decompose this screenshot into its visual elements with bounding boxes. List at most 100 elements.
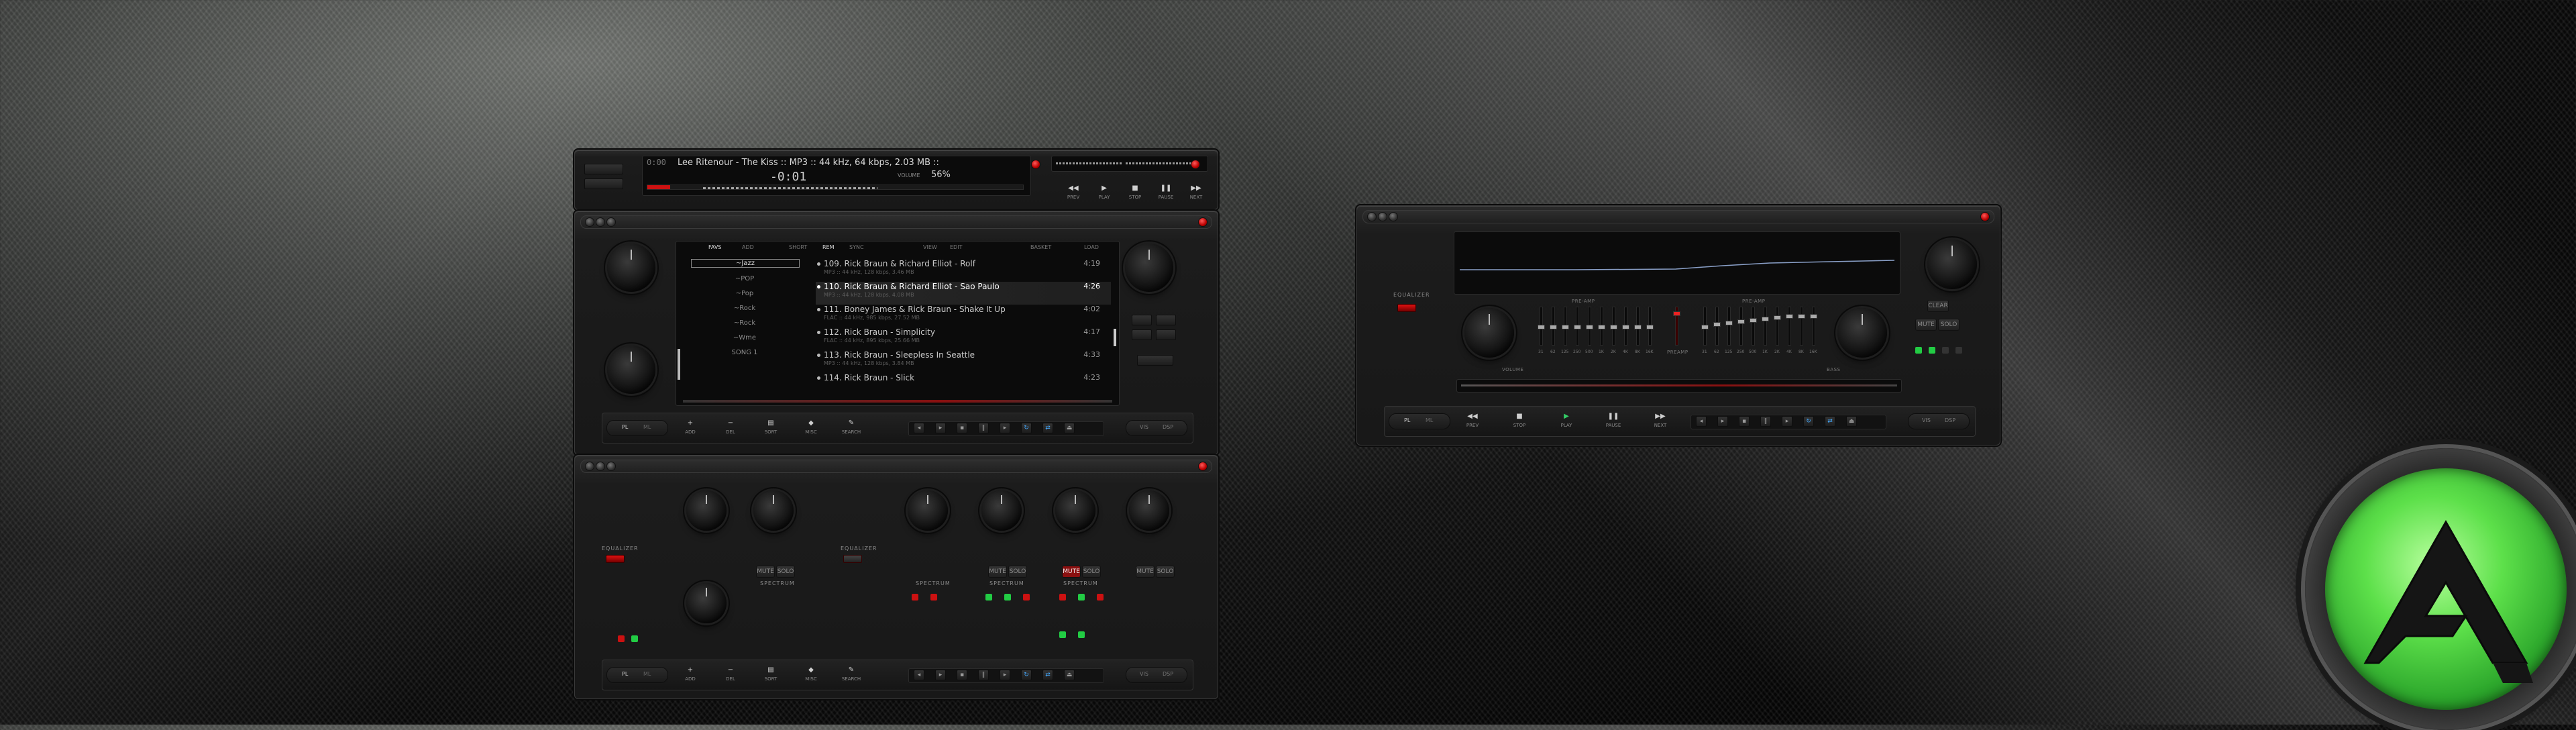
next-icon[interactable]: ▸ [1000, 423, 1010, 433]
stop-button[interactable]: ■ STOP [1504, 411, 1535, 431]
player-option-button[interactable] [584, 178, 623, 189]
play-button[interactable]: ▶ PLAY [1089, 182, 1120, 203]
minimize-icon[interactable] [596, 217, 605, 227]
add-button[interactable]: + ADD [675, 417, 706, 437]
tab-rem[interactable]: REM [822, 244, 835, 250]
vis-dsp-switch[interactable]: VIS DSP [1126, 420, 1187, 436]
menu-icon[interactable] [585, 217, 594, 227]
group-item[interactable]: SONG 1 [691, 349, 798, 356]
clear-button[interactable]: CLEAR [1927, 300, 1949, 312]
eq-band-slider[interactable] [1634, 307, 1642, 346]
side-button[interactable] [1137, 355, 1173, 366]
play-button[interactable]: ▶ PLAY [1551, 411, 1582, 431]
pause-icon[interactable]: ‖ [1760, 416, 1771, 427]
search-button[interactable]: ✎ SEARCH [836, 417, 867, 437]
solo-button[interactable]: SOLO [1938, 319, 1960, 331]
group-item[interactable]: ~Pop [691, 290, 798, 297]
group-item[interactable]: ~Rock [691, 319, 798, 327]
dsp-knob[interactable] [908, 490, 948, 531]
stop-icon[interactable]: ▪ [957, 670, 967, 680]
stop-icon[interactable]: ▪ [957, 423, 967, 433]
tab-short[interactable]: SHORT [789, 244, 807, 250]
del-button[interactable]: − DEL [715, 417, 746, 437]
eq-band-slider[interactable] [1598, 307, 1605, 346]
bass-knob[interactable] [1837, 308, 1887, 358]
pause-icon[interactable]: ‖ [978, 670, 989, 680]
next-icon[interactable]: ▸ [1000, 670, 1010, 680]
left-knob-top[interactable] [607, 244, 655, 292]
group-item[interactable]: ~Rock [691, 305, 798, 312]
del-button[interactable]: − DEL [715, 664, 746, 684]
dsp-knob[interactable] [1055, 490, 1095, 531]
prev-button[interactable]: ◀◀ PREV [1457, 411, 1488, 431]
power-icon[interactable] [1191, 160, 1200, 169]
stop-button[interactable]: ■ STOP [1120, 182, 1150, 203]
close-icon[interactable] [1198, 217, 1208, 227]
prev-icon[interactable]: ◂ [914, 423, 924, 433]
playlist-scrollbar-right[interactable] [1114, 329, 1116, 346]
volume-knob[interactable] [1464, 308, 1514, 358]
menu-icon[interactable] [585, 462, 594, 471]
options-icon[interactable] [1389, 212, 1398, 221]
eq-band-slider[interactable] [1622, 307, 1629, 346]
prev-icon[interactable]: ◂ [1696, 416, 1707, 427]
eject-icon[interactable]: ⏏ [1064, 423, 1075, 433]
tab-edit[interactable]: EDIT [950, 244, 962, 250]
eq-band-slider[interactable] [1701, 307, 1709, 346]
stop-icon[interactable]: ▪ [1739, 416, 1750, 427]
shuffle-icon[interactable]: ⇄ [1042, 670, 1053, 680]
tab-add[interactable]: ADD [742, 244, 754, 250]
close-icon[interactable] [1980, 212, 1990, 221]
eq-band-slider[interactable] [1550, 307, 1557, 346]
close-icon[interactable] [1198, 462, 1208, 471]
vis-dsp-switch[interactable]: VIS DSP [1908, 413, 1970, 429]
vis-dsp-switch[interactable]: VIS DSP [1126, 667, 1187, 683]
playlist-row[interactable]: 110. Rick Braun & Richard Elliot - Sao P… [816, 282, 1111, 305]
eq-power-toggle[interactable] [606, 555, 625, 563]
mute-button[interactable]: MUTE [1062, 566, 1081, 578]
group-item[interactable]: ~Wme [691, 334, 798, 342]
next-icon[interactable]: ▸ [1782, 416, 1792, 427]
eq-power-toggle-2[interactable] [843, 555, 862, 563]
dsp-knob[interactable] [981, 490, 1022, 531]
eq-band-slider[interactable] [1798, 307, 1805, 346]
search-button[interactable]: ✎ SEARCH [836, 664, 867, 684]
solo-button[interactable]: SOLO [1082, 566, 1101, 578]
group-item[interactable]: ~POP [691, 275, 798, 282]
right-knob[interactable] [1927, 240, 1977, 289]
tab-sync[interactable]: SYNC [849, 244, 864, 250]
options-icon[interactable] [606, 217, 616, 227]
minimize-icon[interactable] [1378, 212, 1387, 221]
eq-band-slider[interactable] [1762, 307, 1769, 346]
dsp-knob[interactable] [686, 583, 727, 623]
side-button[interactable] [1132, 329, 1152, 340]
eject-icon[interactable]: ⏏ [1846, 416, 1857, 427]
misc-button[interactable]: ◆ MISC [796, 417, 826, 437]
tab-load[interactable]: LOAD [1084, 244, 1099, 250]
add-button[interactable]: + ADD [675, 664, 706, 684]
shuffle-icon[interactable]: ⇄ [1042, 423, 1053, 433]
mute-button[interactable]: MUTE [756, 566, 775, 578]
repeat-icon[interactable]: ↻ [1021, 423, 1032, 433]
eq-band-slider[interactable] [1538, 307, 1545, 346]
side-button[interactable] [1156, 315, 1176, 325]
menu-icon[interactable] [1367, 212, 1377, 221]
solo-button[interactable]: SOLO [776, 566, 795, 578]
mute-button[interactable]: MUTE [1136, 566, 1155, 578]
eq-band-slider[interactable] [1774, 307, 1781, 346]
right-knob-top[interactable] [1125, 244, 1173, 292]
eq-band-slider[interactable] [1750, 307, 1757, 346]
sort-button[interactable]: ▤ SORT [755, 664, 786, 684]
preamp-slider[interactable] [1673, 307, 1680, 346]
prev-icon[interactable]: ◂ [914, 670, 924, 680]
sort-button[interactable]: ▤ SORT [755, 417, 786, 437]
options-icon[interactable] [606, 462, 616, 471]
playlist-titlebar[interactable] [580, 215, 1212, 229]
playlist-row[interactable]: 114. Rick Braun - Slick 4:23 [816, 373, 1111, 396]
pause-button[interactable]: ❚❚ PAUSE [1598, 411, 1629, 431]
eq-band-slider[interactable] [1713, 307, 1721, 346]
eq-band-slider[interactable] [1810, 307, 1817, 346]
eject-icon[interactable]: ⏏ [1064, 670, 1075, 680]
pl-ml-switch[interactable]: PL ML [606, 420, 668, 436]
minimize-icon[interactable] [596, 462, 605, 471]
